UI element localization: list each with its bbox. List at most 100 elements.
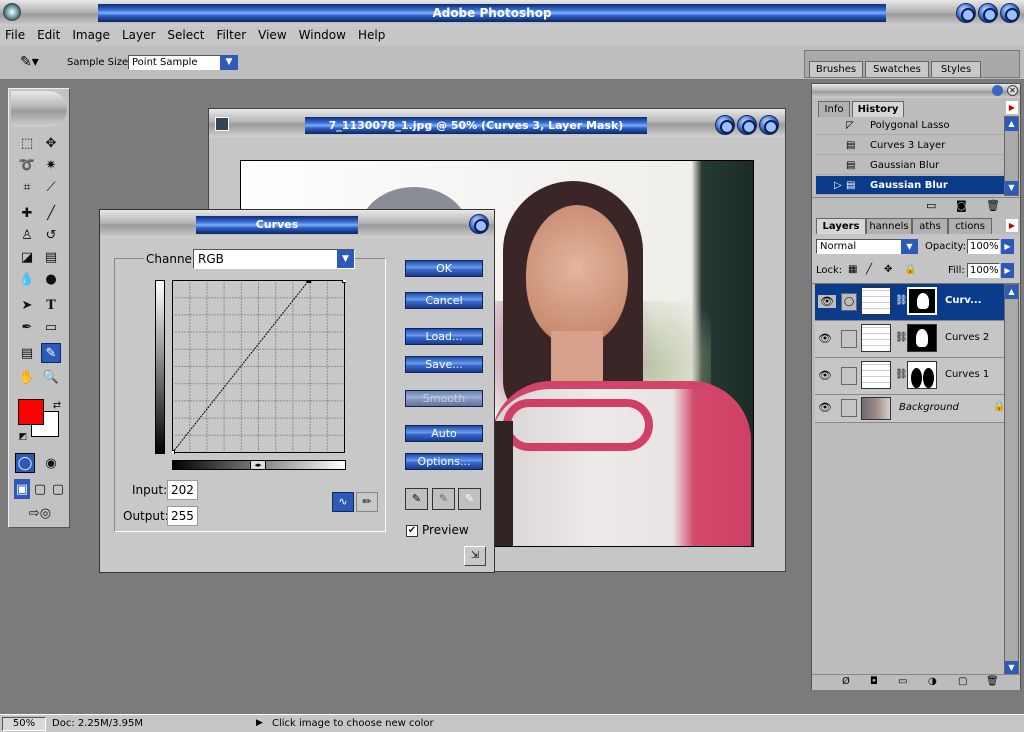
- layer-link-box[interactable]: [841, 330, 857, 348]
- move-tool-icon[interactable]: ✥: [41, 133, 61, 153]
- tab-styles[interactable]: Styles: [931, 61, 981, 77]
- black-point-eyedropper-icon[interactable]: ✎: [405, 488, 428, 510]
- history-brush-icon[interactable]: ↺: [41, 225, 61, 245]
- lock-all-icon[interactable]: 🔒: [904, 264, 916, 275]
- new-layer-icon[interactable]: ▢: [958, 676, 967, 687]
- close-icon[interactable]: [1000, 3, 1020, 23]
- toolbox-header[interactable]: [11, 91, 67, 127]
- stamp-tool-icon[interactable]: ♙: [17, 225, 37, 245]
- menu-edit[interactable]: Edit: [37, 28, 60, 42]
- history-scrollbar[interactable]: ▲ ▼: [1004, 116, 1019, 196]
- path-select-icon[interactable]: ➤: [17, 295, 37, 315]
- layer-row[interactable]: 👁 Background 🔒: [815, 395, 1005, 423]
- mask-link-icon[interactable]: ◯: [841, 293, 857, 311]
- expand-dialog-icon[interactable]: ⇲: [464, 546, 486, 566]
- smooth-button[interactable]: Smooth: [405, 390, 483, 407]
- slice-tool-icon[interactable]: ⟋: [41, 177, 61, 197]
- tab-history[interactable]: History: [852, 101, 904, 117]
- curve-control-point[interactable]: [306, 280, 312, 283]
- lock-transparency-icon[interactable]: ▦: [848, 264, 857, 275]
- snapshot-icon[interactable]: ◙: [956, 199, 967, 212]
- opacity-slider-arrow-icon[interactable]: ▶: [1001, 239, 1014, 254]
- document-titlebar[interactable]: 7_1130078_1.jpg @ 50% (Curves 3, Layer M…: [209, 109, 785, 137]
- layer-row[interactable]: 👁 ⛓ Curves 2: [815, 321, 1004, 358]
- pen-tool-icon[interactable]: ✒: [17, 317, 37, 337]
- eyedropper-tool-icon[interactable]: ✎: [41, 343, 61, 363]
- menu-file[interactable]: File: [5, 28, 25, 42]
- curve-control-point[interactable]: [172, 450, 175, 455]
- maximize-icon[interactable]: [978, 3, 998, 23]
- input-field[interactable]: 202: [167, 480, 198, 500]
- eyedropper-tool-preset-icon[interactable]: ✎▾: [20, 54, 39, 70]
- menu-layer[interactable]: Layer: [122, 28, 155, 42]
- tab-info[interactable]: Info: [818, 101, 850, 117]
- layers-menu-arrow-icon[interactable]: ▶: [1006, 219, 1018, 232]
- curves-titlebar[interactable]: Curves: [100, 210, 494, 238]
- document-icon[interactable]: [215, 117, 229, 131]
- fill-slider-arrow-icon[interactable]: ▶: [1001, 263, 1014, 278]
- lock-position-icon[interactable]: ✥: [884, 264, 892, 275]
- gradient-toggle-icon[interactable]: ◂▸: [250, 460, 266, 470]
- screen-mode-standard-icon[interactable]: ▣: [14, 479, 30, 499]
- menu-window[interactable]: Window: [299, 28, 346, 42]
- tab-swatches[interactable]: Swatches: [865, 61, 929, 77]
- preview-checkbox[interactable]: ✔: [406, 525, 418, 537]
- swap-colors-icon[interactable]: ⇄: [47, 395, 67, 415]
- status-menu-arrow-icon[interactable]: ▶: [256, 718, 263, 728]
- lock-image-icon[interactable]: ╱: [866, 264, 872, 275]
- layers-scrollbar[interactable]: ▲ ▼: [1004, 284, 1019, 676]
- blend-chevron-down-icon[interactable]: ▼: [901, 239, 918, 254]
- default-colors-icon[interactable]: ◩: [13, 427, 33, 447]
- visibility-eye-icon[interactable]: 👁: [818, 401, 832, 414]
- blur-tool-icon[interactable]: 💧: [17, 269, 37, 289]
- screen-mode-full-menu-icon[interactable]: ▢: [32, 479, 48, 499]
- zoom-field[interactable]: 50%: [2, 717, 46, 731]
- layer-trash-icon[interactable]: 🗑: [986, 676, 999, 687]
- history-item[interactable]: ◸ Polygonal Lasso: [816, 116, 1004, 135]
- layer-link-box[interactable]: [841, 367, 857, 385]
- menu-view[interactable]: View: [258, 28, 286, 42]
- palette-close-icon[interactable]: ✕: [1007, 85, 1018, 96]
- menu-help[interactable]: Help: [358, 28, 385, 42]
- pencil-tool-icon[interactable]: ✏: [356, 492, 378, 512]
- hand-tool-icon[interactable]: ✋: [17, 367, 37, 387]
- lasso-tool-icon[interactable]: ➰: [17, 155, 37, 175]
- eraser-tool-icon[interactable]: ◪: [17, 247, 37, 267]
- palette-minimize-icon[interactable]: [992, 85, 1003, 96]
- healing-brush-icon[interactable]: ✚: [17, 203, 37, 223]
- curve-tool-icon[interactable]: ∿: [332, 492, 354, 512]
- gray-point-eyedropper-icon[interactable]: ✎: [432, 488, 455, 510]
- layer-row-selected[interactable]: 👁 ◯ ⛓ Curv...: [815, 284, 1004, 321]
- history-trash-icon[interactable]: 🗑: [986, 199, 1000, 212]
- history-item[interactable]: ▤ Gaussian Blur: [816, 156, 1004, 175]
- zoom-tool-icon[interactable]: 🔍: [41, 367, 61, 387]
- layer-link-box[interactable]: [841, 399, 857, 417]
- new-adjustment-layer-icon[interactable]: ◑: [928, 676, 937, 687]
- layer-style-icon[interactable]: Ø: [842, 676, 850, 687]
- options-button[interactable]: Options...: [405, 453, 483, 470]
- tab-actions[interactable]: ctions: [948, 218, 992, 234]
- photoshop-app-icon[interactable]: [3, 3, 21, 21]
- menu-select[interactable]: Select: [167, 28, 204, 42]
- opacity-field[interactable]: 100%: [967, 239, 1000, 254]
- tab-paths[interactable]: aths: [912, 218, 948, 234]
- cancel-button[interactable]: Cancel: [405, 292, 483, 309]
- output-field[interactable]: 255: [167, 506, 198, 526]
- fill-field[interactable]: 100%: [967, 263, 1000, 278]
- magic-wand-icon[interactable]: ✷: [41, 155, 61, 175]
- foreground-color-swatch[interactable]: [18, 399, 44, 425]
- type-tool-icon[interactable]: T: [41, 295, 61, 315]
- visibility-eye-icon[interactable]: 👁: [818, 369, 832, 382]
- marquee-tool-icon[interactable]: ⬚: [17, 133, 37, 153]
- history-menu-arrow-icon[interactable]: ▶: [1006, 101, 1018, 114]
- new-document-from-state-icon[interactable]: ▭: [926, 199, 936, 212]
- tab-layers[interactable]: Layers: [816, 218, 866, 234]
- notes-tool-icon[interactable]: ▤: [17, 343, 37, 363]
- chevron-down-icon[interactable]: ▼: [220, 55, 238, 70]
- doc-close-icon[interactable]: [759, 115, 779, 135]
- brush-tool-icon[interactable]: ╱: [41, 203, 61, 223]
- history-palette-titlebar[interactable]: ✕: [812, 84, 1020, 98]
- visibility-eye-icon[interactable]: 👁: [818, 295, 836, 308]
- doc-minimize-icon[interactable]: [715, 115, 735, 135]
- dodge-tool-icon[interactable]: ●: [41, 269, 61, 289]
